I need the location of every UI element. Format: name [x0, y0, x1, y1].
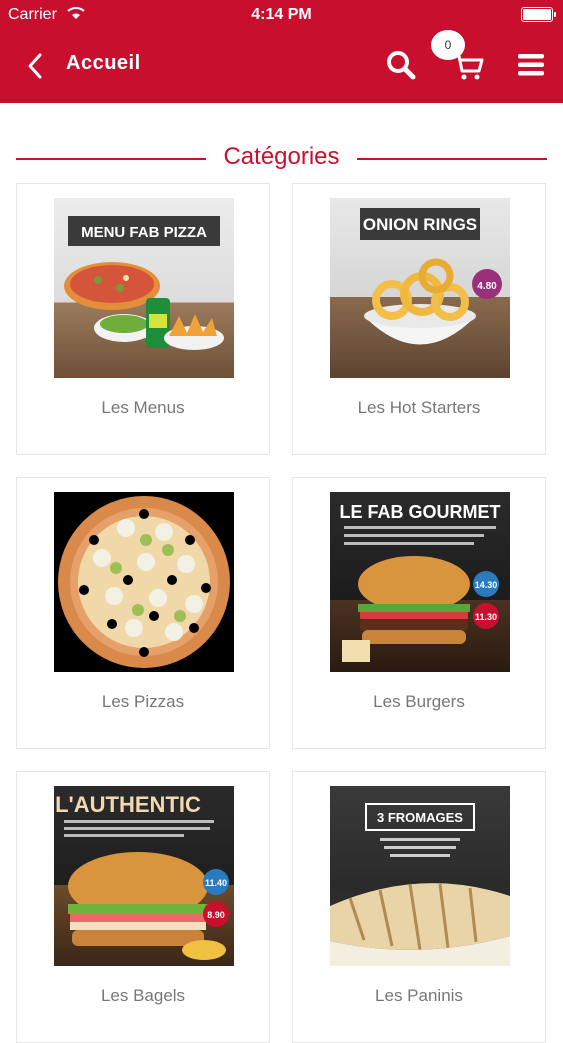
navigation-bar: Accueil 0	[0, 30, 563, 103]
divider-right	[357, 158, 547, 160]
category-card-paninis[interactable]: 3 FROMAGES Les Paninis	[292, 771, 546, 1043]
category-label: Les Bagels	[100, 986, 186, 1005]
category-card-menus[interactable]: MENU FAB PIZZA Les Menus	[16, 183, 270, 455]
status-time: 4:14 PM	[251, 6, 312, 23]
bagels-price-b: 8.90	[207, 910, 225, 920]
category-image-pizzas	[54, 492, 234, 672]
battery-icon	[521, 7, 556, 22]
category-label: Les Paninis	[375, 986, 463, 1005]
burgers-image-text: LE FAB GOURMET	[340, 502, 501, 522]
category-card-burgers[interactable]: LE FAB GOURMET 14.30 11.30 Les Burgers	[292, 477, 546, 749]
categories-heading: Catégories	[0, 140, 563, 176]
back-button[interactable]	[22, 48, 52, 84]
hot-starters-price: 4.80	[477, 281, 497, 292]
category-label: Les Pizzas	[101, 692, 185, 711]
menus-image-text: MENU FAB PIZZA	[81, 224, 207, 241]
category-image-hot-starters: ONION RINGS 4.80	[330, 198, 510, 378]
category-label: Les Burgers	[373, 692, 465, 711]
hamburger-menu-icon	[518, 54, 544, 76]
category-label: Les Menus	[101, 398, 185, 417]
category-image-bagels: L'AUTHENTIC 11.40 8.90	[54, 786, 234, 966]
search-button[interactable]	[384, 48, 418, 82]
nav-title: Accueil	[66, 52, 141, 74]
category-image-menus: MENU FAB PIZZA	[54, 198, 234, 378]
category-image-paninis: 3 FROMAGES	[330, 786, 510, 966]
app-header: Carrier 4:14 PM Accueil 0	[0, 0, 563, 103]
bagels-price-a: 11.40	[205, 878, 227, 888]
burgers-price-a: 14.30	[475, 580, 498, 590]
menu-button[interactable]	[516, 50, 546, 80]
hot-starters-image-text: ONION RINGS	[363, 215, 477, 234]
category-image-burgers: LE FAB GOURMET 14.30 11.30	[330, 492, 510, 672]
chevron-left-icon	[28, 53, 42, 79]
category-card-hot-starters[interactable]: ONION RINGS 4.80 Les Hot Starters	[292, 183, 546, 455]
cart-count-badge: 0	[431, 30, 465, 60]
category-card-pizzas[interactable]: Les Pizzas	[16, 477, 270, 749]
category-card-bagels[interactable]: L'AUTHENTIC 11.40 8.90 Les Bagels	[16, 771, 270, 1043]
paninis-image-text: 3 FROMAGES	[377, 810, 463, 825]
status-bar: Carrier 4:14 PM	[0, 0, 563, 30]
search-icon	[387, 51, 416, 80]
section-title: Catégories	[223, 143, 340, 170]
category-label: Les Hot Starters	[357, 398, 481, 417]
bagels-image-text: L'AUTHENTIC	[55, 792, 201, 817]
burgers-price-b: 11.30	[475, 612, 497, 622]
